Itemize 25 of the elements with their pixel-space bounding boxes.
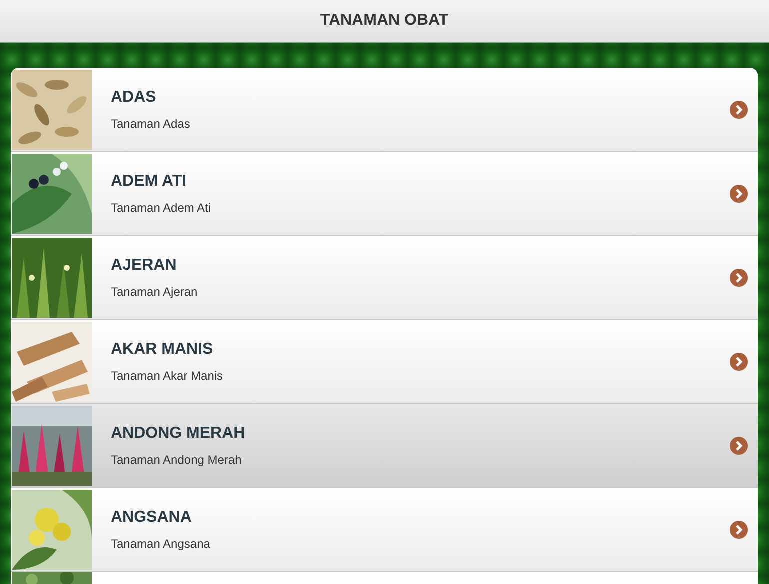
list-item[interactable]: AJERAN Tanaman Ajeran [11,236,758,320]
chevron-right-icon [730,352,748,370]
plant-subtitle: Tanaman Adas [111,116,192,133]
chevron-right-icon [730,520,748,538]
plant-name: AJERAN [111,256,178,276]
plant-name: ADEM ATI [111,172,188,192]
plant-subtitle: Tanaman Angsana [111,536,212,553]
plant-subtitle: Tanaman Ajeran [111,284,199,301]
chevron-right-icon [730,100,748,118]
list-item[interactable]: AKAR MANIS Tanaman Akar Manis [11,320,758,404]
plant-subtitle: Tanaman Adem Ati [111,200,212,217]
plant-name: ADAS [111,88,158,108]
plant-subtitle: Tanaman Akar Manis [111,368,224,385]
plant-name: ANGSANA [111,508,193,528]
list-item[interactable]: ANGSANA Tanaman Angsana [11,488,758,572]
chevron-right-icon [730,268,748,286]
plant-subtitle: Tanaman Andong Merah [111,452,243,469]
chevron-right-icon [730,184,748,202]
page-title: TANAMAN OBAT [320,11,449,31]
list-item[interactable]: ANDONG MERAH Tanaman Andong Merah [11,404,758,488]
list-item[interactable]: ADEM ATI Tanaman Adem Ati [11,152,758,236]
plant-name: ANDONG MERAH [111,424,246,444]
chevron-right-icon [730,436,748,454]
list-item[interactable]: ADAS Tanaman Adas [11,68,758,152]
plant-name: AKAR MANIS [111,340,214,360]
